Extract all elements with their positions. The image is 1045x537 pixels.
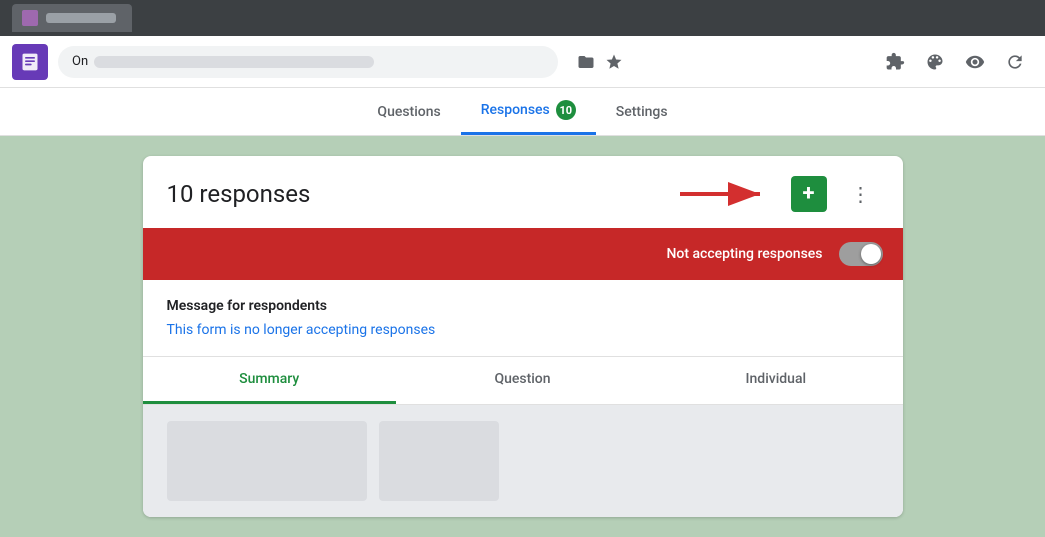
address-bar[interactable]: On: [58, 46, 558, 78]
tab-question[interactable]: Question: [396, 357, 649, 404]
responses-badge: 10: [556, 100, 576, 120]
summary-tabs: Summary Question Individual: [143, 357, 903, 405]
main-content: 10 responses +: [0, 136, 1045, 537]
blurred-chart: [167, 421, 367, 501]
extensions-btn[interactable]: [877, 44, 913, 80]
response-count: 10 responses: [167, 180, 311, 208]
tab-responses[interactable]: Responses 10: [461, 88, 596, 135]
tab-summary[interactable]: Summary: [143, 357, 396, 404]
tab-favicon: [22, 10, 38, 26]
header-actions: + ⋮: [675, 176, 879, 212]
blurred-section: [143, 405, 903, 517]
forms-icon: [20, 52, 40, 72]
browser-tab[interactable]: [12, 4, 132, 32]
address-blurred: [94, 56, 374, 68]
not-accepting-banner: Not accepting responses: [143, 228, 903, 280]
star-icon[interactable]: [604, 52, 624, 72]
more-options-button[interactable]: ⋮: [843, 176, 879, 212]
folder-icon[interactable]: [576, 52, 596, 72]
message-section: Message for respondents This form is no …: [143, 280, 903, 357]
accepting-responses-toggle[interactable]: [839, 242, 883, 266]
blurred-chart-2: [379, 421, 499, 501]
refresh-btn[interactable]: [997, 44, 1033, 80]
toggle-knob: [861, 244, 881, 264]
address-bar-row: On: [0, 36, 1045, 88]
tab-settings[interactable]: Settings: [596, 92, 688, 135]
message-text: This form is no longer accepting respons…: [167, 322, 879, 338]
message-label: Message for respondents: [167, 298, 879, 314]
card-header: 10 responses +: [143, 156, 903, 228]
browser-chrome: [0, 0, 1045, 36]
red-arrow-indicator: [675, 179, 775, 209]
app-icon: [12, 44, 48, 80]
tab-individual[interactable]: Individual: [649, 357, 902, 404]
tab-title-blur: [46, 13, 116, 23]
not-accepting-text: Not accepting responses: [666, 246, 822, 262]
tab-questions[interactable]: Questions: [357, 92, 460, 135]
forms-nav: Questions Responses 10 Settings: [0, 88, 1045, 136]
eye-btn[interactable]: [957, 44, 993, 80]
address-text: On: [72, 54, 88, 69]
address-icons: [576, 52, 624, 72]
add-to-sheets-button[interactable]: +: [791, 176, 827, 212]
red-arrow-svg: [675, 179, 775, 209]
paint-btn[interactable]: [917, 44, 953, 80]
response-card: 10 responses +: [143, 156, 903, 517]
browser-actions: [877, 44, 1033, 80]
